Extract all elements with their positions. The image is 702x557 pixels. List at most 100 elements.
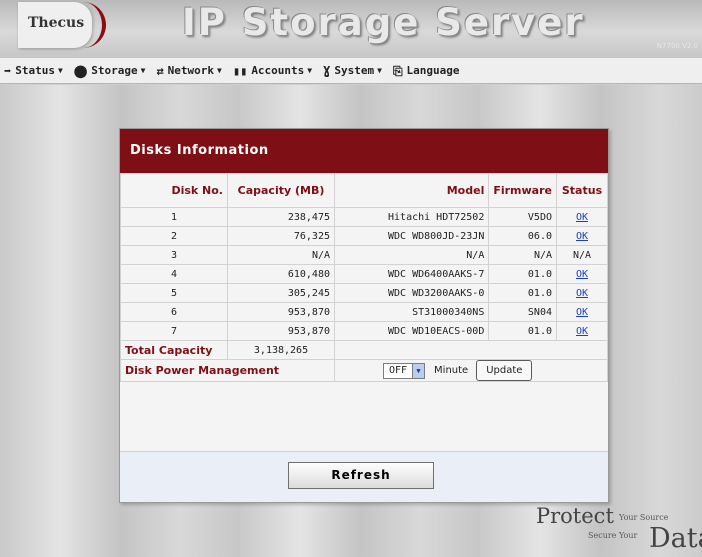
- col-firmware: Firmware: [488, 173, 557, 208]
- minute-label: Minute: [434, 365, 469, 376]
- status-ok-link[interactable]: OK: [576, 326, 588, 337]
- model-cell: WDC WD10EACS-00D: [333, 321, 490, 341]
- table-row: 3 N/A N/A N/A N/A: [120, 245, 608, 265]
- model-cell: WDC WD3200AAKS-0: [333, 283, 490, 303]
- capacity-cell: 305,245: [227, 283, 335, 303]
- power-minute-select[interactable]: OFF ▼: [383, 362, 425, 379]
- status-cell: OK: [556, 264, 608, 284]
- disk-no-cell: 2: [120, 226, 228, 246]
- firmware-cell: 01.0: [488, 321, 557, 341]
- power-select-value: OFF: [388, 365, 408, 376]
- chevron-down-icon: ▼: [57, 66, 63, 75]
- disk-no-cell: 5: [120, 283, 228, 303]
- disk-no-cell: 6: [120, 302, 228, 322]
- disks-table: Disk No. Capacity (MB) Model Firmware St…: [120, 173, 608, 382]
- firmware-cell: N/A: [488, 245, 557, 265]
- disk-no-cell: 4: [120, 264, 228, 284]
- col-disk-no: Disk No.: [120, 173, 228, 208]
- model-cell: WDC WD6400AAKS-7: [333, 264, 490, 284]
- table-header-row: Disk No. Capacity (MB) Model Firmware St…: [120, 173, 608, 208]
- disk-no-cell: 1: [120, 207, 228, 227]
- status-ok-link[interactable]: OK: [576, 288, 588, 299]
- logo-text: Thecus: [28, 15, 85, 31]
- disks-info-panel: Disks Information Disk No. Capacity (MB)…: [119, 128, 609, 503]
- refresh-button[interactable]: Refresh: [288, 462, 434, 489]
- version-label: N7700 V2.0: [656, 42, 698, 50]
- nav-accounts-label: Accounts: [251, 64, 305, 77]
- nav-bar: ➡ Status ▼ ⬤ Storage ▼ ⇄ Network ▼ ▮▮ Ac…: [0, 58, 702, 84]
- firmware-cell: 06.0: [488, 226, 557, 246]
- brand-your-source: Your Source: [619, 513, 669, 522]
- chevron-down-icon: ▼: [307, 66, 313, 75]
- table-row: 6 953,870 ST31000340NS SN04 OK: [120, 302, 608, 322]
- storage-icon: ⬤: [73, 63, 88, 78]
- status-ok-link[interactable]: OK: [576, 212, 588, 223]
- nav-system[interactable]: Ɣ System ▼: [323, 64, 382, 77]
- power-management-label: Disk Power Management: [120, 359, 335, 382]
- total-capacity-value: 3,138,265: [227, 340, 335, 360]
- disk-no-cell: 3: [120, 245, 228, 265]
- language-icon: ⎘: [392, 63, 403, 78]
- status-cell: OK: [556, 226, 608, 246]
- disk-no-cell: 7: [120, 321, 228, 341]
- model-cell: ST31000340NS: [333, 302, 490, 322]
- nav-network-label: Network: [167, 64, 215, 77]
- brand-data: Data: [649, 523, 702, 554]
- brand-protect: Protect: [536, 504, 614, 528]
- update-button[interactable]: Update: [476, 360, 533, 381]
- col-model: Model: [333, 173, 490, 208]
- model-cell: Hitachi HDT72502: [333, 207, 490, 227]
- firmware-cell: V5DO: [488, 207, 557, 227]
- status-cell: OK: [556, 321, 608, 341]
- chevron-down-icon: ▼: [217, 66, 222, 75]
- accounts-icon: ▮▮: [232, 63, 248, 78]
- app-title: IP Storage Server: [182, 1, 585, 44]
- nav-language[interactable]: ⎘ Language: [393, 64, 460, 77]
- capacity-cell: 610,480: [227, 264, 335, 284]
- status-cell: OK: [556, 302, 608, 322]
- chevron-down-icon[interactable]: ▼: [412, 363, 424, 378]
- brand-tagline: Protect Your Source Secure Your Data: [532, 500, 702, 556]
- status-ok-link[interactable]: OK: [576, 307, 588, 318]
- table-row: 4 610,480 WDC WD6400AAKS-7 01.0 OK: [120, 264, 608, 284]
- firmware-cell: 01.0: [488, 283, 557, 303]
- nav-network[interactable]: ⇄ Network ▼: [156, 64, 221, 77]
- nav-accounts[interactable]: ▮▮ Accounts ▼: [233, 64, 312, 77]
- status-icon: ➡: [4, 63, 12, 78]
- model-cell: WDC WD800JD-23JN: [333, 226, 490, 246]
- status-ok-link[interactable]: OK: [576, 269, 588, 280]
- nav-language-label: Language: [406, 64, 460, 77]
- firmware-cell: SN04: [488, 302, 557, 322]
- firmware-cell: 01.0: [488, 264, 557, 284]
- nav-status-label: Status: [15, 64, 55, 77]
- header: Thecus IP Storage Server N7700 V2.0: [0, 0, 702, 59]
- refresh-area: Refresh: [120, 451, 608, 502]
- capacity-cell: 953,870: [227, 302, 335, 322]
- total-capacity-row: Total Capacity 3,138,265: [120, 340, 608, 360]
- capacity-cell: N/A: [227, 245, 335, 265]
- power-controls-cell: OFF ▼ Minute Update: [334, 359, 608, 382]
- system-icon: Ɣ: [323, 63, 331, 78]
- status-cell: N/A: [556, 245, 608, 265]
- network-icon: ⇄: [156, 63, 164, 78]
- status-cell: OK: [556, 207, 608, 227]
- total-empty-cell: [334, 340, 608, 360]
- model-cell: N/A: [333, 245, 490, 265]
- capacity-cell: 953,870: [227, 321, 335, 341]
- status-ok-link[interactable]: OK: [576, 231, 588, 242]
- chevron-down-icon: ▼: [140, 66, 146, 75]
- table-row: 5 305,245 WDC WD3200AAKS-0 01.0 OK: [120, 283, 608, 303]
- nav-storage-label: Storage: [91, 64, 138, 77]
- status-cell: OK: [556, 283, 608, 303]
- table-row: 1 238,475 Hitachi HDT72502 V5DO OK: [120, 207, 608, 227]
- table-row: 2 76,325 WDC WD800JD-23JN 06.0 OK: [120, 226, 608, 246]
- nav-system-label: System: [334, 64, 375, 77]
- nav-status[interactable]: ➡ Status ▼: [4, 64, 63, 77]
- power-management-row: Disk Power Management OFF ▼ Minute Updat…: [120, 359, 608, 382]
- table-row: 7 953,870 WDC WD10EACS-00D 01.0 OK: [120, 321, 608, 341]
- nav-storage[interactable]: ⬤ Storage ▼: [74, 64, 146, 77]
- col-capacity: Capacity (MB): [227, 173, 335, 208]
- chevron-down-icon: ▼: [377, 66, 382, 75]
- thecus-logo[interactable]: Thecus: [18, 2, 106, 48]
- capacity-cell: 238,475: [227, 207, 335, 227]
